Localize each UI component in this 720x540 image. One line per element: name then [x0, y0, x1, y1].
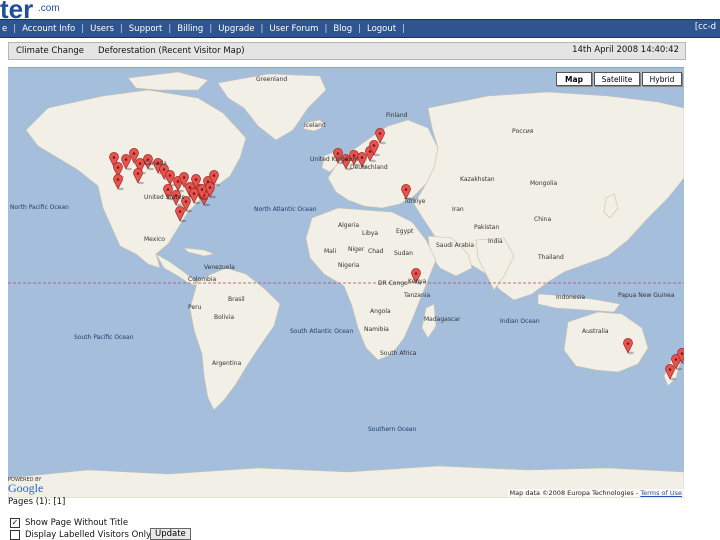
- map-label-pakistan: Pakistan: [474, 224, 500, 231]
- map-label-deutschland: Deutschland: [350, 164, 388, 171]
- google-logo[interactable]: POWERED BY Google: [8, 477, 43, 496]
- map-label-algeria: Algeria: [338, 222, 360, 229]
- top-header: ter .com e | Account Info | Users | Support | Bi…: [0, 0, 720, 38]
- nav-separator: |: [260, 23, 264, 34]
- landmass-caribbean: [183, 247, 216, 257]
- map-label-brasil: Brasil: [228, 296, 245, 303]
- map-label-kenya: Kenya: [408, 278, 427, 285]
- nav-separator: |: [209, 23, 213, 34]
- map-label-south-atlantic: South Atlantic Ocean: [290, 328, 354, 335]
- display-labelled-checkbox[interactable]: [10, 530, 20, 540]
- map-label-indonesia: Indonesia: [556, 294, 586, 301]
- display-labelled-label: Display Labelled Visitors Only: [25, 530, 152, 540]
- map-type-hybrid-button[interactable]: Hybrid: [642, 72, 682, 86]
- main-navbar: e | Account Info | Users | Support | Billing | Upg…: [0, 19, 720, 38]
- map-label-finland: Finland: [386, 112, 408, 119]
- map-label-peru: Peru: [188, 304, 202, 311]
- nav-separator: |: [402, 23, 405, 34]
- map-label-tanzania: Tanzania: [404, 292, 431, 299]
- landmass-australia: [563, 311, 649, 373]
- page-title: Deforestation (Recent Visitor Map): [97, 46, 245, 56]
- google-wordmark: Google: [8, 481, 44, 495]
- pagination[interactable]: Pages (1): [1]: [8, 497, 65, 507]
- show-page-label: Show Page Without Title: [25, 518, 129, 528]
- map-title-bar: Climate Change Deforestation (Recent Vis…: [8, 42, 686, 60]
- option-show-page[interactable]: ✓ Show Page Without Title: [10, 518, 128, 528]
- show-page-checkbox[interactable]: ✓: [10, 518, 20, 528]
- nav-item-users[interactable]: Users: [90, 24, 114, 34]
- map-label-north-atlantic: North Atlantic Ocean: [254, 206, 317, 213]
- terms-of-use-link[interactable]: Terms of Use: [640, 489, 682, 497]
- nav-separator: |: [81, 23, 85, 34]
- nav-item-account-info[interactable]: Account Info: [22, 24, 75, 34]
- landmass-south-america: [189, 267, 281, 411]
- map-label-niger: Niger: [348, 246, 365, 253]
- map-label-kazakhstan: Kazakhstan: [460, 176, 495, 183]
- world-map-canvas[interactable]: [8, 68, 684, 498]
- map-copyright: Map data ©2008 Europa Technologies - Ter…: [507, 489, 684, 497]
- map-label-thailand: Thailand: [538, 254, 564, 261]
- map-label-united-kingdom: United Kingdom: [310, 156, 359, 163]
- nav-separator: |: [119, 23, 123, 34]
- map-label-dr-congo: DR Congo: [378, 280, 408, 287]
- site-logo-suffix: .com: [38, 3, 60, 14]
- nav-item-support[interactable]: Support: [129, 24, 163, 34]
- timestamp: 14th April 2008 14:40:42: [572, 45, 679, 55]
- map-label-saudi: Saudi Arabia: [436, 242, 475, 249]
- map-label-venezuela: Venezuela: [204, 264, 235, 271]
- map-label-mali: Mali: [324, 248, 337, 255]
- visitor-map[interactable]: Greenland Iceland Finland Россия Kazakhstan M…: [8, 67, 684, 498]
- map-label-south-africa: South Africa: [380, 350, 417, 357]
- map-label-south-pacific: South Pacific Ocean: [74, 334, 134, 341]
- map-label-canada: Canada: [144, 160, 167, 167]
- map-label-north-pacific: North Pacific Ocean: [10, 204, 69, 211]
- map-label-chad: Chad: [368, 248, 384, 255]
- map-label-southern-ocean: Southern Ocean: [368, 426, 417, 433]
- map-label-egypt: Egypt: [396, 228, 414, 235]
- landmass-arctic-islands: [127, 71, 209, 91]
- map-label-madagascar: Madagascar: [424, 316, 461, 323]
- nav-right-text[interactable]: [cc-d: [695, 22, 716, 32]
- map-label-turkiye: Türkiye: [404, 198, 426, 205]
- map-label-colombia: Colombia: [188, 276, 217, 283]
- map-label-china: China: [534, 216, 552, 223]
- map-label-united-states: United States: [144, 194, 185, 201]
- nav-separator: |: [324, 23, 328, 34]
- nav-separator: |: [168, 23, 172, 34]
- map-label-sudan: Sudan: [394, 250, 413, 257]
- nav-item-user-forum[interactable]: User Forum: [269, 24, 318, 34]
- nav-item-upgrade[interactable]: Upgrade: [218, 24, 254, 34]
- copyright-text: Map data ©2008 Europa Technologies -: [509, 489, 639, 497]
- map-label-india: India: [488, 238, 503, 245]
- map-label-namibia: Namibia: [364, 326, 389, 333]
- map-label-mexico: Mexico: [144, 236, 165, 243]
- map-label-nigeria: Nigeria: [338, 262, 360, 269]
- update-button[interactable]: Update: [150, 528, 191, 540]
- map-label-iran: Iran: [452, 206, 464, 213]
- map-label-angola: Angola: [370, 308, 391, 315]
- map-label-australia: Australia: [582, 328, 609, 335]
- nav-separator: |: [13, 23, 17, 34]
- nav-item-blog[interactable]: Blog: [333, 24, 352, 34]
- map-label-libya: Libya: [362, 230, 379, 237]
- map-label-bolivia: Bolivia: [214, 314, 235, 321]
- map-type-satellite-button[interactable]: Satellite: [594, 72, 640, 86]
- site-name: Climate Change: [16, 46, 84, 56]
- map-label-iceland: Iceland: [304, 122, 326, 129]
- map-label-greenland: Greenland: [256, 76, 288, 83]
- nav-item-billing[interactable]: Billing: [177, 24, 203, 34]
- map-label-argentina: Argentina: [212, 360, 242, 367]
- map-type-map-button[interactable]: Map: [556, 72, 592, 86]
- option-display-labelled[interactable]: Display Labelled Visitors Only: [10, 530, 151, 540]
- map-label-papua: Papua New Guinea: [618, 292, 675, 299]
- map-label-russia: Россия: [512, 128, 534, 135]
- nav-item-logout[interactable]: Logout: [367, 24, 396, 34]
- nav-separator: |: [358, 23, 361, 34]
- map-label-indian-ocean: Indian Ocean: [500, 318, 540, 325]
- map-label-mongolia: Mongolia: [530, 180, 558, 187]
